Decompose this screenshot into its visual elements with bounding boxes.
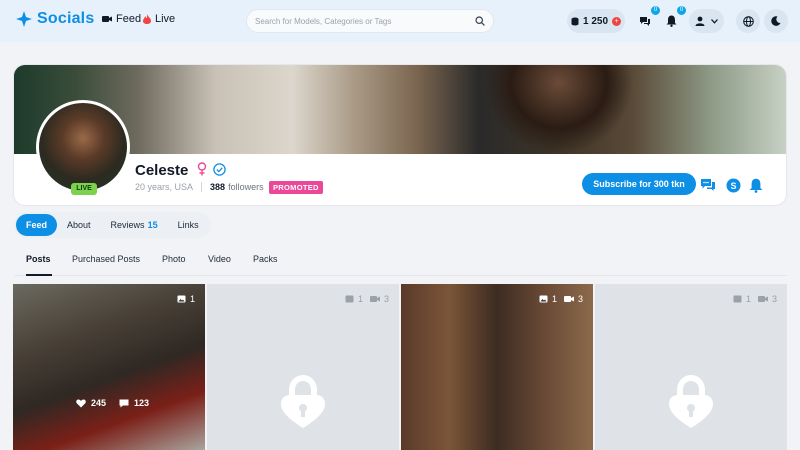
subtab-purchased-posts[interactable]: Purchased Posts [72,254,140,264]
top-bar: Socials Feed Live 1 250 + 0 0 [0,0,800,42]
chat-bubbles-icon [701,179,715,191]
brand-name: Socials [37,10,95,27]
messages-badge: 0 [651,6,660,15]
bell-icon [666,15,676,27]
likes-count: 245 [91,398,107,408]
active-tab-underline [26,274,52,276]
locked-post-tile[interactable]: 1 3 [207,284,399,450]
search-box[interactable] [246,9,494,33]
live-badge: LIVE [71,183,97,195]
photo-count: 1 [189,294,195,304]
post-media-counts: 1 3 [539,294,583,304]
video-icon [757,296,768,302]
skype-button[interactable]: S [724,176,742,194]
meta-divider [201,182,203,192]
promoted-badge: PROMOTED [269,181,323,194]
tab-links-label: Links [177,220,199,230]
globe-icon [742,15,754,27]
subtab-video[interactable]: Video [208,254,231,264]
coins-icon [571,17,579,25]
video-icon [369,296,380,302]
photo-icon [177,295,186,303]
tab-reviews-label: Reviews [110,220,145,230]
search-input[interactable] [255,16,475,26]
tab-feed[interactable]: Feed [16,214,58,236]
reviews-count: 15 [147,220,158,230]
video-count: 3 [771,294,777,304]
photo-count: 1 [357,294,363,304]
photo-icon [345,295,354,303]
tab-reviews[interactable]: Reviews 15 [101,214,168,236]
photo-icon [539,295,548,303]
comments-count: 123 [134,398,150,408]
chevron-down-icon [711,18,718,24]
token-count: 1 250 [582,15,609,27]
subtab-posts[interactable]: Posts [26,254,51,264]
profile-name-text: Celeste [135,162,189,179]
messages-button[interactable]: 0 [634,6,660,33]
tab-links[interactable]: Links [168,214,209,236]
video-camera-icon [102,16,112,22]
chat-bubbles-icon [640,16,650,26]
nav-feed-label: Feed [116,13,142,25]
video-icon [563,296,574,302]
profile-meta: 20 years, USA 388 followers [135,182,264,192]
locked-post-tile[interactable]: 1 3 [595,284,787,450]
nav-live[interactable]: Live [143,13,175,25]
video-count: 3 [383,294,389,304]
tab-about-label: About [67,220,91,230]
notifications-button[interactable]: 0 [660,6,686,33]
avatar[interactable] [36,100,130,194]
brand-logo[interactable]: Socials [16,10,94,28]
lock-icon [281,374,325,428]
age-location: 20 years, USA [135,182,194,192]
nav-feed[interactable]: Feed [102,13,141,25]
skype-icon: S [726,178,740,192]
subtab-photo[interactable]: Photo [162,254,186,264]
verified-icon [212,163,226,176]
user-icon [695,16,705,26]
profile-banner [14,65,786,154]
post-tile[interactable]: 1 3 [401,284,593,450]
subscribe-button[interactable]: Subscribe for 300 tkn [582,173,696,195]
token-balance[interactable]: 1 250 + [567,9,625,33]
post-media-counts: 1 3 [733,294,777,304]
user-menu[interactable] [689,9,724,33]
bell-icon [749,178,763,193]
subtab-packs[interactable]: Packs [253,254,278,264]
tab-feed-label: Feed [26,220,48,230]
notifications-badge: 0 [677,6,686,15]
post-tile[interactable]: 1 245 123 [13,284,205,450]
moon-icon [771,16,781,26]
profile-tabs: Feed About Reviews 15 Links [14,212,211,238]
photo-icon [733,295,742,303]
video-count: 3 [577,294,583,304]
post-stats: 245 123 [76,398,149,408]
comment-icon[interactable] [119,399,129,408]
lock-icon [669,374,713,428]
banner-figure [484,65,634,154]
svg-text:S: S [730,181,736,191]
sparkle-logo-icon [16,11,32,27]
message-creator-button[interactable] [699,176,717,194]
profile-name: Celeste [135,162,226,179]
tab-about[interactable]: About [57,214,101,236]
followers-label: followers [228,182,264,192]
add-tokens-icon[interactable]: + [612,16,622,26]
female-symbol-icon [197,162,206,176]
post-media-counts: 1 [177,294,195,304]
nav-live-label: Live [155,13,176,25]
photo-count: 1 [745,294,751,304]
search-icon[interactable] [475,16,485,26]
flame-icon [143,14,151,24]
content-tabs: Posts Purchased Posts Photo Video Packs [14,250,787,276]
profile-card: LIVE Celeste 20 years, USA 388 followers… [13,64,787,206]
photo-count: 1 [551,294,557,304]
heart-icon[interactable] [76,399,86,408]
post-media-counts: 1 3 [345,294,389,304]
language-button[interactable] [736,9,760,33]
follow-notifications-button[interactable] [747,176,765,194]
followers-count: 388 [210,182,226,192]
theme-toggle[interactable] [764,9,788,33]
